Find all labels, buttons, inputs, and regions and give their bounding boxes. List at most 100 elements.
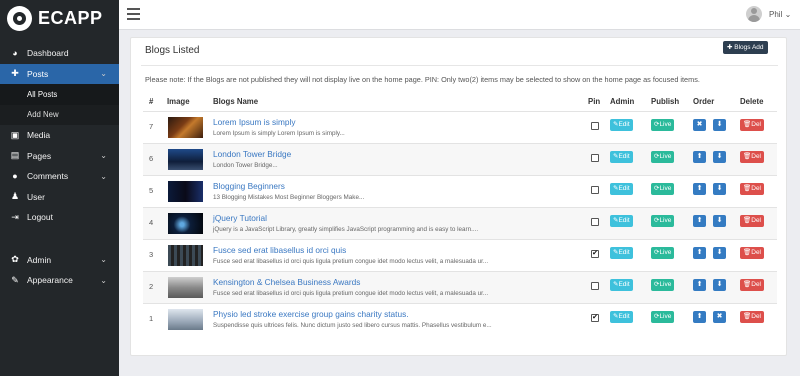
blog-title-link[interactable]: jQuery Tutorial: [213, 213, 267, 223]
move-down-icon[interactable]: ⬇: [713, 119, 726, 131]
sidebar-item-admin[interactable]: ✿ Admin ⌄: [0, 250, 119, 271]
sidebar-item-logout[interactable]: ⇥ Logout: [0, 207, 119, 228]
delete-button[interactable]: 🗑Del: [740, 183, 765, 195]
blog-excerpt: Fusce sed erat libasellus id orci quis l…: [213, 290, 489, 297]
sidebar-item-label: Admin: [27, 254, 52, 265]
move-down-icon[interactable]: ⬇: [713, 151, 726, 163]
move-up-icon[interactable]: ⬆: [693, 247, 706, 259]
sidebar-item-add-new[interactable]: Add New: [0, 105, 119, 126]
live-button[interactable]: ⟳Live: [651, 183, 675, 195]
col-header-pin: Pin: [588, 97, 601, 106]
move-down-icon[interactable]: ⬇: [713, 215, 726, 227]
delete-button[interactable]: 🗑Del: [740, 215, 765, 227]
add-blog-button[interactable]: ✚ Blogs Add: [723, 41, 768, 54]
delete-button[interactable]: 🗑Del: [740, 279, 765, 291]
blog-thumbnail: [168, 309, 203, 330]
blog-title-link[interactable]: Kensington & Chelsea Business Awards: [213, 277, 360, 287]
blog-excerpt: Lorem Ipsum is simply Lorem Ipsum is sim…: [213, 130, 345, 137]
live-button[interactable]: ⟳Live: [651, 215, 675, 227]
blog-title-link[interactable]: Lorem Ipsum is simply: [213, 117, 296, 127]
pin-checkbox[interactable]: [591, 154, 599, 162]
gear-icon: ✿: [11, 254, 19, 265]
pin-checkbox[interactable]: ✔: [591, 314, 599, 322]
edit-button[interactable]: ✎Edit: [610, 151, 633, 163]
sidebar-item-label: Appearance: [27, 275, 73, 286]
blog-title-link[interactable]: Physio led stroke exercise group gains c…: [213, 309, 409, 319]
app-logo[interactable]: ECAPP: [0, 0, 119, 36]
comment-icon: ●: [12, 171, 18, 182]
move-up-icon[interactable]: ⬆: [693, 183, 706, 195]
edit-button[interactable]: ✎Edit: [610, 311, 633, 323]
move-up-icon[interactable]: ⬆: [693, 151, 706, 163]
chevron-down-icon: ⌄: [100, 171, 107, 181]
pin-checkbox[interactable]: [591, 122, 599, 130]
page-title: Blogs Listed: [145, 45, 200, 56]
delete-button[interactable]: 🗑Del: [740, 151, 765, 163]
live-button[interactable]: ⟳Live: [651, 279, 675, 291]
sidebar-item-comments[interactable]: ● Comments ⌄: [0, 166, 119, 187]
move-up-icon[interactable]: ⬆: [693, 215, 706, 227]
file-icon: ▤: [10, 150, 20, 161]
delete-button[interactable]: 🗑Del: [740, 119, 765, 131]
edit-button[interactable]: ✎Edit: [610, 279, 633, 291]
col-header-publish: Publish: [651, 97, 680, 106]
pin-checkbox[interactable]: [591, 282, 599, 290]
delete-button[interactable]: 🗑Del: [740, 247, 765, 259]
pin-checkbox[interactable]: [591, 218, 599, 226]
blog-title-link[interactable]: Blogging Beginners: [213, 181, 285, 191]
sidebar-item-all-posts[interactable]: All Posts: [0, 84, 119, 105]
move-down-icon[interactable]: ⬇: [713, 183, 726, 195]
edit-button[interactable]: ✎Edit: [610, 215, 633, 227]
row-number: 2: [149, 282, 154, 291]
edit-button[interactable]: ✎Edit: [610, 183, 633, 195]
sidebar-item-media[interactable]: ▣ Media: [0, 125, 119, 146]
app-name: ECAPP: [38, 7, 103, 28]
remove-order-icon[interactable]: ✖: [693, 119, 706, 131]
move-up-icon[interactable]: ⬆: [693, 279, 706, 291]
col-header-delete: Delete: [740, 97, 764, 106]
live-button[interactable]: ⟳Live: [651, 247, 675, 259]
info-note: Please note: If the Blogs are not publis…: [145, 75, 700, 84]
table-row: 7 Lorem Ipsum is simply Lorem Ipsum is s…: [143, 111, 777, 143]
sidebar-item-user[interactable]: ♟ User: [0, 187, 119, 208]
live-button[interactable]: ⟳Live: [651, 311, 675, 323]
edit-button[interactable]: ✎Edit: [610, 247, 633, 259]
blog-thumbnail: [168, 213, 203, 234]
delete-button[interactable]: 🗑Del: [740, 311, 765, 323]
move-up-icon[interactable]: ⬆: [693, 311, 706, 323]
sidebar-item-label: User: [27, 191, 45, 202]
image-icon: ▣: [10, 129, 20, 140]
move-down-icon[interactable]: ⬇: [713, 247, 726, 259]
blog-thumbnail: [168, 181, 203, 202]
move-down-icon[interactable]: ⬇: [713, 279, 726, 291]
pin-checkbox[interactable]: [591, 186, 599, 194]
sidebar-item-label: Add New: [27, 110, 59, 120]
logo-icon: [7, 5, 32, 31]
edit-button[interactable]: ✎Edit: [610, 119, 633, 131]
sidebar-item-appearance[interactable]: ✎ Appearance ⌄: [0, 270, 119, 291]
col-header-blogs: Blogs Name: [213, 97, 259, 106]
remove-order-icon[interactable]: ✖: [713, 311, 726, 323]
table-row: 6 London Tower Bridge London Tower Bridg…: [143, 143, 777, 175]
sidebar-item-label: Dashboard: [27, 48, 69, 59]
sidebar-item-dashboard[interactable]: ◕ Dashboard: [0, 43, 119, 64]
chevron-down-icon: ⌄: [100, 255, 107, 265]
sidebar-item-label: Posts: [27, 68, 49, 79]
chevron-down-icon: ⌄: [100, 275, 107, 285]
blog-title-link[interactable]: London Tower Bridge: [213, 149, 291, 159]
sidebar-item-posts[interactable]: ✚ Posts ⌄: [0, 63, 119, 84]
live-button[interactable]: ⟳Live: [651, 151, 675, 163]
pin-icon: ✚: [11, 68, 19, 79]
avatar[interactable]: [746, 6, 762, 22]
blog-thumbnail: [168, 245, 203, 266]
blog-thumbnail: [168, 149, 203, 170]
user-menu[interactable]: Phil ⌄: [769, 10, 791, 19]
menu-toggle-icon[interactable]: [127, 8, 140, 20]
sidebar-item-pages[interactable]: ▤ Pages ⌄: [0, 146, 119, 167]
live-button[interactable]: ⟳Live: [651, 119, 675, 131]
col-header-num: #: [149, 97, 154, 106]
col-header-order: Order: [693, 97, 715, 106]
pin-checkbox[interactable]: ✔: [591, 250, 599, 258]
blog-title-link[interactable]: Fusce sed erat libasellus id orci quis: [213, 245, 346, 255]
sidebar-item-label: Media: [27, 130, 51, 141]
